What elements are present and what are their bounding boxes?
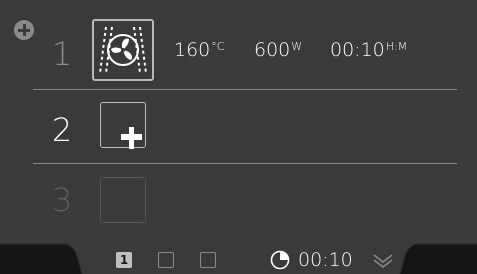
stage-3-number: 3	[51, 181, 73, 219]
chevron-down-icon[interactable]	[372, 251, 394, 269]
page-indicator-1[interactable]: 1	[116, 252, 132, 268]
stage-1-time[interactable]: 00:10H:M	[330, 38, 407, 62]
stage-1-number: 1	[51, 35, 73, 73]
temperature-value: 160	[174, 39, 211, 61]
add-circle-icon[interactable]	[14, 20, 34, 40]
stage-2-number: 2	[51, 111, 73, 149]
timer-icon	[270, 250, 290, 270]
stage-divider	[33, 163, 457, 164]
time-value: 00:10	[330, 39, 385, 61]
page-indicator-2[interactable]	[158, 252, 174, 268]
power-value: 600	[254, 39, 291, 61]
page-indicator-3[interactable]	[200, 252, 216, 268]
stage-1-temperature[interactable]: 160°C	[174, 38, 224, 62]
stage-1-power[interactable]: 600W	[254, 38, 302, 62]
bottom-status-bar	[0, 237, 477, 274]
temperature-unit: °C	[211, 40, 225, 53]
power-unit: W	[291, 40, 303, 53]
add-stage-button[interactable]	[100, 102, 146, 149]
total-time: 00:10	[298, 249, 353, 271]
convection-fan-icon	[99, 26, 147, 74]
stage-1-mode-button[interactable]	[92, 19, 154, 81]
time-unit: H:M	[385, 40, 408, 53]
stage-3-empty-slot	[100, 177, 146, 223]
stage-divider	[33, 89, 457, 90]
cooking-program-screen: 1 160°C 600W 00:10H:M 2 3 1 00:10	[0, 0, 477, 274]
